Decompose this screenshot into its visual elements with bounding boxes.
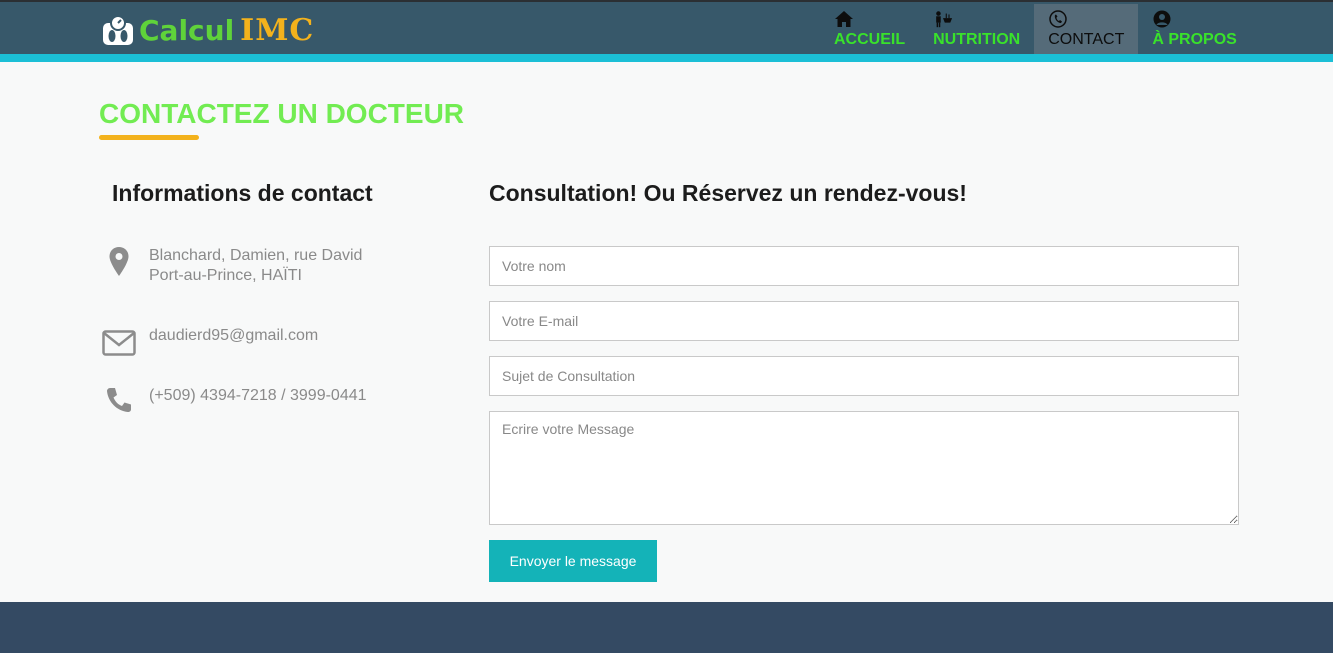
name-input[interactable]	[489, 246, 1239, 286]
phone-icon	[1049, 10, 1067, 28]
header-stripe	[0, 54, 1333, 62]
map-pin-icon	[109, 247, 129, 276]
contact-phone: (+509) 4394-7218 / 3999-0441	[102, 386, 367, 420]
top-navbar: Calcul IMC ACCUEIL NUTRITION CONTACT À P…	[0, 0, 1333, 54]
page-title: CONTACTEZ UN DOCTEUR	[99, 98, 465, 129]
contact-email: daudierd95@gmail.com	[102, 326, 318, 360]
phone-icon	[107, 388, 131, 412]
email-input[interactable]	[489, 301, 1239, 341]
envelope-icon	[102, 330, 136, 356]
main-nav: ACCUEIL NUTRITION CONTACT À PROPOS	[820, 4, 1251, 56]
title-underline	[99, 135, 199, 140]
address-line-1: Blanchard, Damien, rue David	[149, 247, 363, 264]
email-text: daudierd95@gmail.com	[149, 327, 319, 344]
message-textarea[interactable]	[489, 411, 1239, 525]
nav-item-contact[interactable]: CONTACT	[1034, 4, 1139, 54]
nav-item-accueil[interactable]: ACCUEIL	[820, 4, 919, 54]
user-icon	[1153, 10, 1171, 28]
logo-text-imc: IMC	[240, 12, 315, 48]
nutrition-icon	[936, 11, 953, 28]
home-icon	[835, 11, 853, 27]
address-line-2: Port-au-Prince, HAÏTI	[149, 267, 302, 284]
site-logo[interactable]: Calcul IMC	[101, 12, 314, 48]
form-heading: Consultation! Ou Réservez un rendez-vous…	[489, 180, 967, 206]
phone-text: (+509) 4394-7218 / 3999-0441	[149, 387, 367, 404]
logo-text: Calcul	[139, 13, 235, 47]
contact-info-heading: Informations de contact	[112, 180, 373, 206]
send-message-button[interactable]: Envoyer le message	[489, 540, 657, 582]
subject-input[interactable]	[489, 356, 1239, 396]
scale-icon	[103, 15, 133, 45]
nav-item-a-propos[interactable]: À PROPOS	[1138, 4, 1250, 54]
contact-address: Blanchard, Damien, rue David Port-au-Pri…	[102, 246, 362, 286]
nav-item-nutrition[interactable]: NUTRITION	[919, 4, 1034, 54]
footer	[0, 602, 1333, 653]
